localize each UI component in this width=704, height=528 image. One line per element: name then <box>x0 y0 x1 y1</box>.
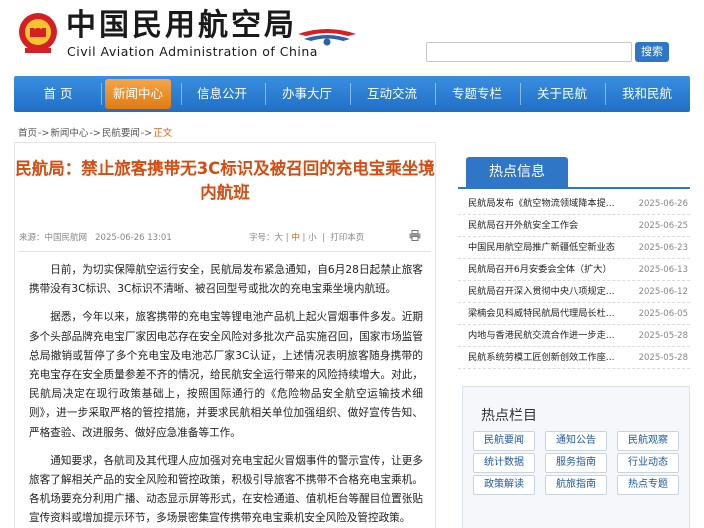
hot-info-item-title[interactable]: 民航局召开外航安全工作会 <box>468 215 628 237</box>
site-header: 中国民用航空局 Civil Aviation Administration of… <box>0 0 704 76</box>
search-button[interactable]: 搜索 <box>635 42 669 62</box>
nav-divider <box>265 83 266 105</box>
font-size-large[interactable]: 大 <box>275 233 284 243</box>
article-meta: 来源：中国民航网 2025-06-26 13:01 字号：大 | 中 | 小 |… <box>19 230 433 251</box>
breadcrumb-separator: -> <box>140 128 153 139</box>
nav-item-special-topics[interactable]: 专题专栏 <box>437 79 517 109</box>
hot-info-item[interactable]: 民航系统劳模工匠创新创效工作座... 2025-05-28 <box>458 347 690 369</box>
article-container: 民航局：禁止旅客携带无3C标识及被召回的充电宝乘坐境内航班 来源：中国民航网 2… <box>14 142 436 528</box>
hot-info-divider <box>458 187 690 189</box>
nav-divider <box>520 83 521 105</box>
column-button-industry-news[interactable]: 行业动态 <box>617 453 679 473</box>
column-button-caac-news[interactable]: 民航要闻 <box>473 431 535 451</box>
article-source-date: 来源：中国民航网 2025-06-26 13:01 <box>19 231 172 243</box>
hot-info-item-date: 2025-06-12 <box>638 287 688 297</box>
breadcrumb-news-center[interactable]: 新闻中心 <box>50 128 88 139</box>
nav-divider <box>350 83 351 105</box>
breadcrumb: 首页->新闻中心->民航要闻->正文 <box>18 125 173 139</box>
column-button-notices[interactable]: 通知公告 <box>545 431 607 451</box>
caac-wings-logo-icon <box>298 29 356 46</box>
font-size-small[interactable]: 小 <box>308 233 317 243</box>
hot-info-item-title[interactable]: 中国民用航空局推广新疆低空新业态 <box>468 237 628 259</box>
hot-info-list: 民航局发布《航空物流领域降本提... 2025-06-26 民航局召开外航安全工作… <box>458 193 690 369</box>
breadcrumb-home[interactable]: 首页 <box>18 128 37 139</box>
breadcrumb-caac-news[interactable]: 民航要闻 <box>102 128 140 139</box>
article-paragraph: 日前，为切实保障航空运行安全，民航局发布紧急通知，自6月28日起禁止旅客携带没有… <box>29 264 423 296</box>
print-link[interactable]: 打印本页 <box>330 233 364 243</box>
hot-info-item[interactable]: 中国民用航空局推广新疆低空新业态 2025-06-23 <box>458 237 690 259</box>
printer-icon[interactable] <box>409 230 421 241</box>
article-date: 2025-06-26 13:01 <box>95 233 172 243</box>
font-size-control: 字号：大 | 中 | 小 | 打印本页 <box>249 233 365 243</box>
site-subtitle: Civil Aviation Administration of China <box>67 44 318 59</box>
column-button-policy[interactable]: 政策解读 <box>473 475 535 495</box>
hot-info-panel: 热点信息 民航局发布《航空物流领域降本提... 2025-06-26 民航局召开外… <box>458 157 690 373</box>
hot-info-item-title[interactable]: 梁楠会见科威特民航局代理局长杜... <box>468 303 628 325</box>
article-source: 来源：中国民航网 <box>19 233 88 243</box>
column-button-travel-guide[interactable]: 航旅指南 <box>545 475 607 495</box>
hot-info-item[interactable]: 民航局发布《航空物流领域降本提... 2025-06-26 <box>458 193 690 215</box>
main-nav: 首 页 新闻中心 信息公开 办事大厅 互动交流 专题专栏 关于民航 我和民航 <box>0 76 704 114</box>
article-paragraph: 通知要求，各航司及其代理人应加强对充电宝起火冒烟事件的警示宣传，让更多旅客了解相… <box>29 454 423 525</box>
national-emblem-icon <box>19 13 57 53</box>
article-title: 民航局：禁止旅客携带无3C标识及被召回的充电宝乘坐境内航班 <box>15 159 435 202</box>
search-input[interactable] <box>426 42 632 62</box>
font-size-label: 字号： <box>249 233 275 243</box>
nav-item-about[interactable]: 关于民航 <box>522 79 602 109</box>
hot-info-item-title[interactable]: 民航局召开深入贯彻中央八项规定... <box>468 281 628 303</box>
hot-info-item-date: 2025-05-28 <box>638 331 688 341</box>
meta-divider <box>19 251 431 252</box>
nav-divider <box>435 83 436 105</box>
hot-info-item-date: 2025-06-13 <box>638 265 688 275</box>
nav-item-info-disclosure[interactable]: 信息公开 <box>183 79 261 109</box>
hot-info-item[interactable]: 内地与香港民航交流合作进一步走... 2025-05-28 <box>458 325 690 347</box>
hot-info-item[interactable]: 梁楠会见科威特民航局代理局长杜... 2025-06-05 <box>458 303 690 325</box>
hot-info-item[interactable]: 民航局召开深入贯彻中央八项规定... 2025-06-12 <box>458 281 690 303</box>
nav-item-interaction[interactable]: 互动交流 <box>352 79 432 109</box>
hot-info-item-date: 2025-06-05 <box>638 309 688 319</box>
hot-info-item-title[interactable]: 民航局发布《航空物流领域降本提... <box>468 193 628 215</box>
nav-item-service-hall[interactable]: 办事大厅 <box>267 79 347 109</box>
hot-columns-panel: 热点栏目 民航要闻 通知公告 民航观察 统计数据 服务指南 行业动态 政策解读 … <box>462 386 690 528</box>
breadcrumb-current: 正文 <box>153 128 173 139</box>
hot-info-item-date: 2025-06-23 <box>638 243 688 253</box>
hot-info-item[interactable]: 民航局召开6月安委会全体（扩大） 2025-06-13 <box>458 259 690 281</box>
site-title: 中国民用航空局 <box>66 8 297 43</box>
column-button-statistics[interactable]: 统计数据 <box>473 453 535 473</box>
column-button-observation[interactable]: 民航观察 <box>617 431 679 451</box>
hot-info-item-title[interactable]: 民航系统劳模工匠创新创效工作座... <box>468 347 628 369</box>
nav-item-home[interactable]: 首 页 <box>18 79 98 109</box>
column-button-hot-topics[interactable]: 热点专题 <box>617 475 679 495</box>
hot-info-item-title[interactable]: 民航局召开6月安委会全体（扩大） <box>468 259 628 281</box>
breadcrumb-separator: -> <box>38 128 50 139</box>
article-body: 日前，为切实保障航空运行安全，民航局发布紧急通知，自6月28日起禁止旅客携带没有… <box>29 261 423 528</box>
nav-item-me-and-caac[interactable]: 我和民航 <box>607 79 687 109</box>
nav-item-news-center[interactable]: 新闻中心 <box>105 79 171 109</box>
article-paragraph: 据悉，今年以来，旅客携带的充电宝等锂电池产品机上起火冒烟事件多发。近期多个头部品… <box>29 311 423 439</box>
hot-info-title: 热点信息 <box>466 157 568 187</box>
nav-divider <box>101 83 102 105</box>
hot-info-item-date: 2025-05-28 <box>638 353 688 363</box>
hot-info-item-title[interactable]: 内地与香港民航交流合作进一步走... <box>468 325 628 347</box>
nav-divider <box>605 83 606 105</box>
hot-columns-title: 热点栏目 <box>481 408 537 424</box>
font-size-medium[interactable]: 中 <box>291 233 300 243</box>
breadcrumb-separator: -> <box>89 128 101 139</box>
nav-divider <box>181 83 182 105</box>
hot-info-item-date: 2025-06-26 <box>638 199 688 209</box>
hot-info-item[interactable]: 民航局召开外航安全工作会 2025-06-25 <box>458 215 690 237</box>
hot-info-item-date: 2025-06-25 <box>638 221 688 231</box>
column-button-service-guide[interactable]: 服务指南 <box>545 453 607 473</box>
